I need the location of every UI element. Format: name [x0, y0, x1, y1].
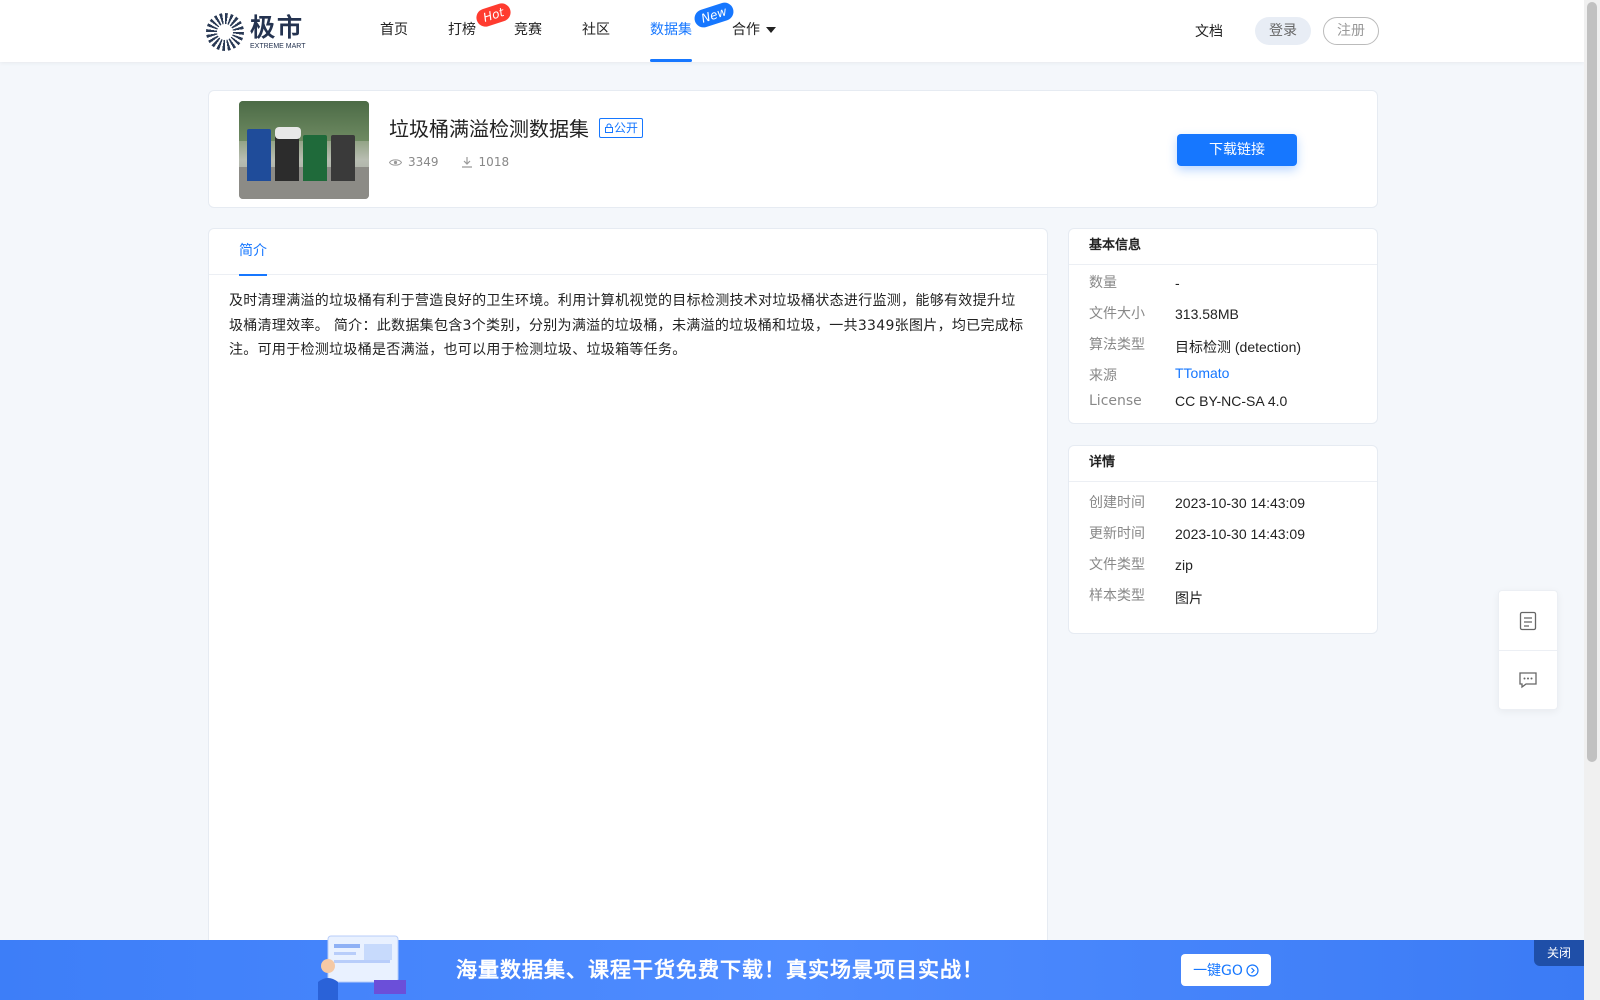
- dataset-title: 垃圾桶满溢检测数据集: [389, 117, 589, 141]
- detail-row-created: 创建时间 2023-10-30 14:43:09: [1089, 495, 1305, 511]
- source-link[interactable]: TTomato: [1175, 365, 1229, 385]
- basic-info-panel: 基本信息 数量 - 文件大小 313.58MB 算法类型 目标检测 (detec…: [1068, 228, 1378, 424]
- detail-row-updated: 更新时间 2023-10-30 14:43:09: [1089, 526, 1305, 542]
- detail-row-filetype: 文件类型 zip: [1089, 557, 1193, 573]
- eye-icon: [389, 158, 402, 166]
- page-scrollbar[interactable]: [1584, 0, 1600, 1000]
- basic-info-title: 基本信息: [1069, 229, 1377, 265]
- logo-en: EXTREME MART: [250, 42, 306, 50]
- download-count: 1018: [461, 155, 509, 169]
- logo-mark-icon: [206, 13, 244, 51]
- tabs: 简介: [209, 229, 1047, 276]
- banner-close-button[interactable]: 关闭: [1534, 940, 1584, 966]
- info-row-size: 文件大小 313.58MB: [1089, 306, 1239, 322]
- dataset-summary-card: 垃圾桶满溢检测数据集 公开 3349 1018 下载链接: [208, 90, 1378, 208]
- info-row-license: License CC BY-NC-SA 4.0: [1089, 393, 1288, 409]
- floating-toolbar: [1498, 590, 1558, 710]
- intro-panel: 简介 及时清理满溢的垃圾桶有利于营造良好的卫生环境。利用计算机视觉的目标检测技术…: [208, 228, 1048, 1000]
- caret-down-icon: [766, 27, 776, 33]
- hot-badge: Hot: [474, 1, 514, 29]
- comment-icon: [1519, 672, 1537, 689]
- nav-cooperation[interactable]: 合作: [732, 0, 776, 62]
- docs-link[interactable]: 文档: [1195, 21, 1223, 41]
- info-row-count: 数量 -: [1089, 275, 1180, 291]
- new-badge: New: [692, 0, 736, 30]
- nav-community[interactable]: 社区: [582, 0, 610, 62]
- banner-text: 海量数据集、课程干货免费下载！真实场景项目实战！: [456, 957, 984, 982]
- lock-icon: [605, 123, 613, 133]
- details-panel: 详情 创建时间 2023-10-30 14:43:09 更新时间 2023-10…: [1068, 445, 1378, 634]
- nav-leaderboard[interactable]: 打榜 Hot: [448, 0, 514, 62]
- dataset-thumbnail: [239, 101, 369, 199]
- go-button[interactable]: 一键GO: [1181, 954, 1271, 986]
- nav-home[interactable]: 首页: [380, 0, 408, 62]
- nav-datasets[interactable]: 数据集 New: [650, 0, 736, 62]
- nav-competition[interactable]: 竞赛: [514, 0, 542, 62]
- info-row-source: 来源 TTomato: [1089, 365, 1230, 385]
- arrow-right-circle-icon: [1246, 963, 1259, 977]
- document-icon: [1519, 611, 1537, 630]
- logo[interactable]: 极市 EXTREME MART: [206, 12, 306, 52]
- banner-illustration-icon: [318, 935, 406, 1000]
- detail-row-sampletype: 样本类型 图片: [1089, 588, 1203, 606]
- promo-banner: 海量数据集、课程干货免费下载！真实场景项目实战！ 一键GO 关闭: [0, 935, 1584, 1000]
- download-link-button[interactable]: 下载链接: [1177, 134, 1297, 166]
- download-icon: [461, 157, 472, 168]
- intro-text: 及时清理满溢的垃圾桶有利于营造良好的卫生环境。利用计算机视觉的目标检测技术对垃圾…: [229, 293, 1024, 358]
- login-button[interactable]: 登录: [1255, 17, 1311, 45]
- logo-cn: 极市: [250, 12, 305, 42]
- register-button[interactable]: 注册: [1323, 17, 1379, 45]
- tab-intro[interactable]: 简介: [239, 229, 267, 276]
- public-tag: 公开: [599, 117, 644, 138]
- document-tool-button[interactable]: [1499, 591, 1557, 650]
- top-header: 极市 EXTREME MART 首页 打榜 Hot 竞赛 社区 数据集 New …: [0, 0, 1584, 62]
- info-row-algorithm: 算法类型 目标检测 (detection): [1089, 337, 1302, 355]
- comment-tool-button[interactable]: [1499, 650, 1557, 709]
- view-count: 3349: [389, 155, 439, 169]
- main-nav: 首页 打榜 Hot 竞赛 社区 数据集 New 合作: [380, 0, 776, 62]
- scrollbar-thumb[interactable]: [1587, 2, 1597, 762]
- details-title: 详情: [1069, 446, 1377, 482]
